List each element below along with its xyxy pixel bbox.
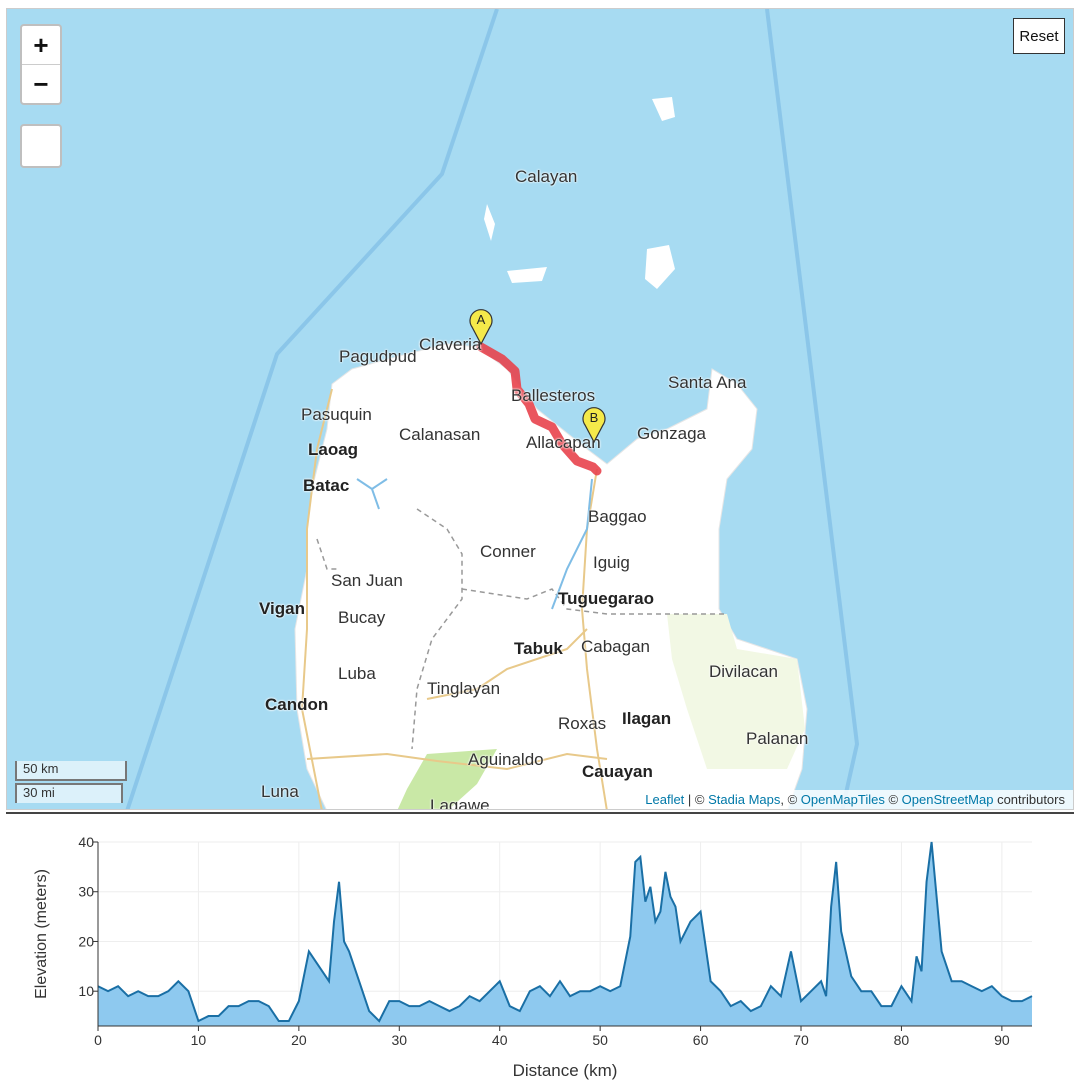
map-basemap [125, 9, 860, 809]
place-label-luna: Luna [261, 782, 299, 801]
place-label-conner: Conner [480, 542, 536, 561]
scale-mi: 30 mi [15, 783, 123, 803]
place-label-iguig: Iguig [593, 553, 630, 572]
place-label-vigan: Vigan [259, 599, 305, 618]
x-tick-label: 80 [894, 1032, 910, 1048]
attrib-sep: © [884, 792, 902, 807]
scale-km: 50 km [15, 761, 127, 781]
place-label-pagudpud: Pagudpud [339, 347, 417, 366]
zoom-out-button[interactable]: − [22, 64, 60, 103]
place-label-calanasan: Calanasan [399, 425, 481, 444]
place-label-tabuk: Tabuk [514, 639, 563, 658]
layer-toggle-button[interactable] [20, 124, 62, 168]
place-label-pasuquin: Pasuquin [301, 405, 372, 424]
leaflet-link[interactable]: Leaflet [645, 792, 684, 807]
place-label-luba: Luba [338, 664, 376, 683]
place-label-gonzaga: Gonzaga [637, 424, 706, 443]
x-tick-label: 30 [392, 1032, 408, 1048]
x-tick-label: 0 [94, 1032, 102, 1048]
attrib-suffix: contributors [993, 792, 1065, 807]
place-label-cauayan: Cauayan [582, 762, 653, 781]
map-pin-icon: A [469, 309, 493, 346]
y-tick-label: 30 [78, 884, 94, 900]
zoom-control: + − [20, 24, 62, 105]
marker-start-label: A [477, 312, 486, 327]
place-label-divilacan: Divilacan [709, 662, 778, 681]
reset-button[interactable]: Reset [1013, 18, 1065, 54]
place-label-ilagan: Ilagan [622, 709, 672, 728]
x-tick-label: 90 [994, 1032, 1010, 1048]
x-axis-label: Distance (km) [513, 1061, 618, 1080]
place-label-aguinaldo: Aguinaldo [468, 750, 544, 769]
place-label-tuguegarao: Tuguegarao [558, 589, 655, 608]
map-pin-icon: B [582, 407, 606, 444]
x-tick-label: 60 [693, 1032, 709, 1048]
y-tick-label: 10 [78, 983, 94, 999]
attrib-sep: , © [780, 792, 801, 807]
y-tick-label: 40 [78, 834, 94, 850]
route-start-marker[interactable]: A [468, 307, 494, 346]
place-label-san-juan: San Juan [331, 571, 403, 590]
route-end-marker[interactable]: B [581, 405, 607, 444]
place-label-cabagan: Cabagan [581, 637, 651, 656]
place-label-laoag: Laoag [308, 440, 359, 459]
elevation-area [98, 842, 1032, 1026]
y-tick-label: 20 [78, 933, 94, 949]
place-label-bucay: Bucay [338, 608, 386, 627]
attrib-sep: | © [684, 792, 709, 807]
place-label-tinglayan: Tinglayan [427, 679, 501, 698]
x-tick-label: 10 [191, 1032, 207, 1048]
place-label-calayan: Calayan [515, 167, 578, 186]
elevation-chart: 0 10 20 30 40 50 60 70 80 90 10 20 30 40 Distance (km)… [33, 834, 1033, 1080]
stadia-link[interactable]: Stadia Maps [708, 792, 780, 807]
osm-link[interactable]: OpenStreetMap [902, 792, 994, 807]
x-tick-label: 70 [793, 1032, 809, 1048]
marker-end-label: B [590, 410, 599, 425]
place-label-roxas: Roxas [558, 714, 607, 733]
place-label-palanan: Palanan [746, 729, 809, 748]
place-label-baggao: Baggao [588, 507, 647, 526]
x-tick-label: 20 [291, 1032, 307, 1048]
place-label-candon: Candon [265, 695, 329, 714]
elevation-profile: 0 10 20 30 40 50 60 70 80 90 10 20 30 40 Distance (km)… [6, 812, 1074, 1080]
place-label-ballesteros: Ballesteros [511, 386, 596, 405]
map-attribution: Leaflet | © Stadia Maps, © OpenMapTiles … [637, 790, 1073, 809]
x-tick-label: 40 [492, 1032, 508, 1048]
place-label-lagawe: Lagawe [430, 796, 490, 810]
zoom-in-button[interactable]: + [22, 26, 60, 64]
y-axis-label: Elevation (meters) [33, 869, 50, 999]
x-tick-label: 50 [592, 1032, 608, 1048]
route-map[interactable]: Calayan Claveria Pagudpud Ballesteros Santa … [6, 8, 1074, 810]
openmaptiles-link[interactable]: OpenMapTiles [801, 792, 885, 807]
place-label-santa-ana: Santa Ana [668, 373, 747, 392]
place-label-batac: Batac [303, 476, 350, 495]
